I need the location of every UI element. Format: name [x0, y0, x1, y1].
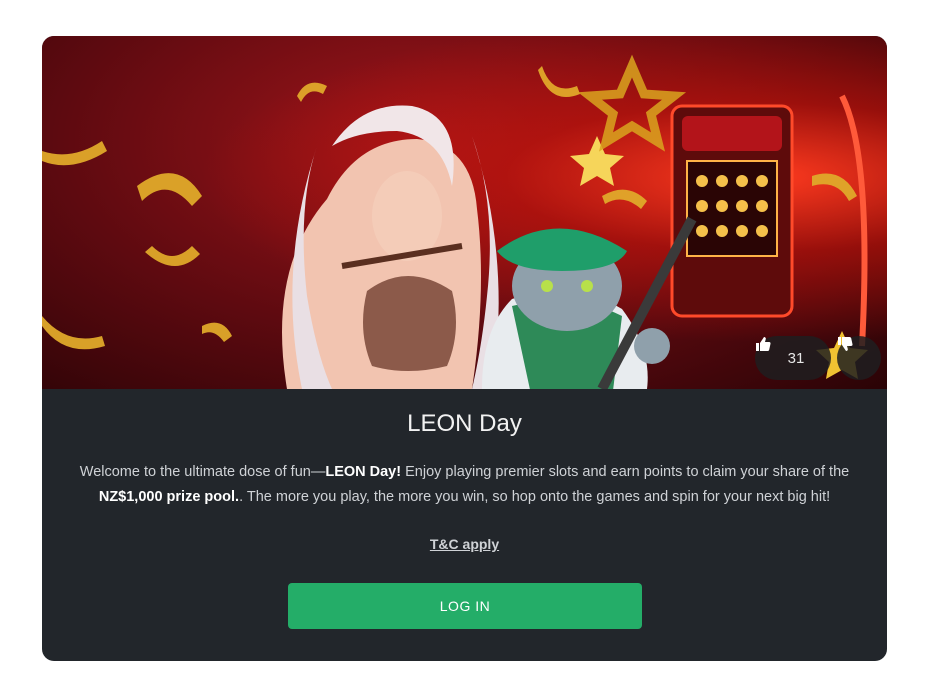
login-button[interactable]: LOG IN [288, 583, 642, 629]
description-text: Welcome to the ultimate dose of fun— [79, 464, 326, 480]
description-highlight-name: LEON Day! [325, 464, 402, 480]
terms-link[interactable]: T&C apply [430, 536, 499, 552]
promo-card: 31 LEON Day Welcome to the ultimate dose… [42, 36, 887, 661]
description-highlight-prize: NZ$1,000 prize pool. [98, 489, 240, 505]
terms-container: T&C apply [42, 536, 887, 552]
dislike-button[interactable] [837, 336, 881, 380]
promo-banner-image: 31 [42, 36, 887, 389]
description-text: . The more you play, the more you win, s… [239, 489, 831, 505]
description-text: Enjoy playing premier slots and earn poi… [401, 464, 850, 480]
like-count: 31 [787, 349, 805, 367]
promo-title: LEON Day [407, 410, 522, 437]
like-button[interactable]: 31 [755, 336, 831, 380]
promo-description: Welcome to the ultimate dose of fun—LEON… [62, 460, 867, 510]
